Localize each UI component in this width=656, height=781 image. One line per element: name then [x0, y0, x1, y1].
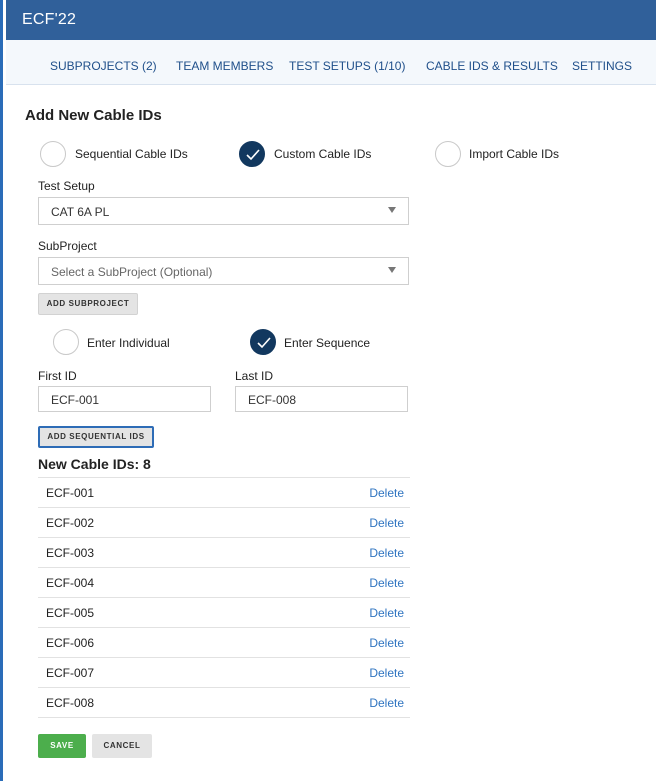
- test-setup-label: Test Setup: [38, 179, 95, 193]
- tab-team-members[interactable]: TEAM MEMBERS: [176, 59, 273, 73]
- test-setup-value: CAT 6A PL: [51, 205, 110, 219]
- caret-down-icon: [388, 207, 396, 213]
- list-item: ECF-008 Delete: [38, 688, 410, 718]
- delete-link[interactable]: Delete: [369, 636, 404, 650]
- list-item: ECF-001 Delete: [38, 478, 410, 508]
- app-frame: ECF'22 SUBPROJECTS (2) TEAM MEMBERS TEST…: [0, 0, 656, 781]
- cable-id-text: ECF-002: [46, 516, 95, 530]
- cancel-button[interactable]: CANCEL: [92, 734, 152, 758]
- caret-down-icon: [388, 267, 396, 273]
- tab-settings[interactable]: SETTINGS: [572, 59, 632, 73]
- add-sequential-ids-button[interactable]: ADD SEQUENTIAL IDS: [38, 426, 154, 448]
- subproject-select[interactable]: Select a SubProject (Optional): [38, 257, 409, 285]
- radio-import-cable-ids[interactable]: [435, 141, 461, 167]
- radio-custom-cable-ids[interactable]: [239, 141, 265, 167]
- list-item: ECF-002 Delete: [38, 508, 410, 538]
- delete-link[interactable]: Delete: [369, 546, 404, 560]
- cable-id-text: ECF-005: [46, 606, 95, 620]
- delete-link[interactable]: Delete: [369, 516, 404, 530]
- cable-id-text: ECF-003: [46, 546, 95, 560]
- list-item: ECF-006 Delete: [38, 628, 410, 658]
- radio-sequential-cable-ids[interactable]: [40, 141, 66, 167]
- radio-label-custom: Custom Cable IDs: [274, 147, 372, 161]
- nav-tabs: SUBPROJECTS (2) TEAM MEMBERS TEST SETUPS…: [6, 40, 656, 85]
- radio-label-individual: Enter Individual: [87, 336, 170, 350]
- list-item: ECF-003 Delete: [38, 538, 410, 568]
- last-id-input[interactable]: ECF-008: [235, 386, 408, 412]
- add-subproject-button[interactable]: ADD SUBPROJECT: [38, 293, 138, 315]
- radio-label-sequence: Enter Sequence: [284, 336, 371, 350]
- subproject-placeholder: Select a SubProject (Optional): [51, 265, 213, 279]
- delete-link[interactable]: Delete: [369, 666, 404, 680]
- save-button[interactable]: SAVE: [38, 734, 86, 758]
- tab-cable-ids-results[interactable]: CABLE IDS & RESULTS: [426, 59, 558, 73]
- delete-link[interactable]: Delete: [369, 576, 404, 590]
- first-id-input[interactable]: ECF-001: [38, 386, 211, 412]
- cable-id-text: ECF-006: [46, 636, 95, 650]
- list-item: ECF-007 Delete: [38, 658, 410, 688]
- project-title: ECF'22: [22, 11, 77, 28]
- subproject-label: SubProject: [38, 239, 97, 253]
- cable-id-text: ECF-008: [46, 696, 95, 710]
- main-content: Add New Cable IDs Sequential Cable IDs C…: [6, 86, 656, 781]
- delete-link[interactable]: Delete: [369, 696, 404, 710]
- tab-test-setups[interactable]: TEST SETUPS (1/10): [289, 59, 405, 73]
- list-item: ECF-005 Delete: [38, 598, 410, 628]
- first-id-value: ECF-001: [51, 393, 100, 407]
- cable-id-text: ECF-007: [46, 666, 95, 680]
- radio-enter-individual[interactable]: [53, 329, 79, 355]
- checkmark-icon: [257, 337, 271, 349]
- delete-link[interactable]: Delete: [369, 606, 404, 620]
- cable-id-text: ECF-001: [46, 486, 95, 500]
- list-item: ECF-004 Delete: [38, 568, 410, 598]
- tab-subprojects[interactable]: SUBPROJECTS (2): [50, 59, 157, 73]
- first-id-label: First ID: [38, 369, 77, 383]
- new-cable-ids-count: New Cable IDs: 8: [38, 456, 151, 472]
- last-id-value: ECF-008: [248, 393, 297, 407]
- radio-label-sequential: Sequential Cable IDs: [75, 147, 188, 161]
- last-id-label: Last ID: [235, 369, 274, 383]
- cable-id-list: ECF-001 Delete ECF-002 Delete ECF-003 Delete E…: [38, 477, 410, 718]
- test-setup-select[interactable]: CAT 6A PL: [38, 197, 409, 225]
- page-title: Add New Cable IDs: [25, 107, 162, 124]
- radio-enter-sequence[interactable]: [250, 329, 276, 355]
- title-bar: ECF'22: [6, 0, 656, 40]
- delete-link[interactable]: Delete: [369, 486, 404, 500]
- radio-label-import: Import Cable IDs: [469, 147, 560, 161]
- cable-id-text: ECF-004: [46, 576, 95, 590]
- checkmark-icon: [246, 149, 260, 161]
